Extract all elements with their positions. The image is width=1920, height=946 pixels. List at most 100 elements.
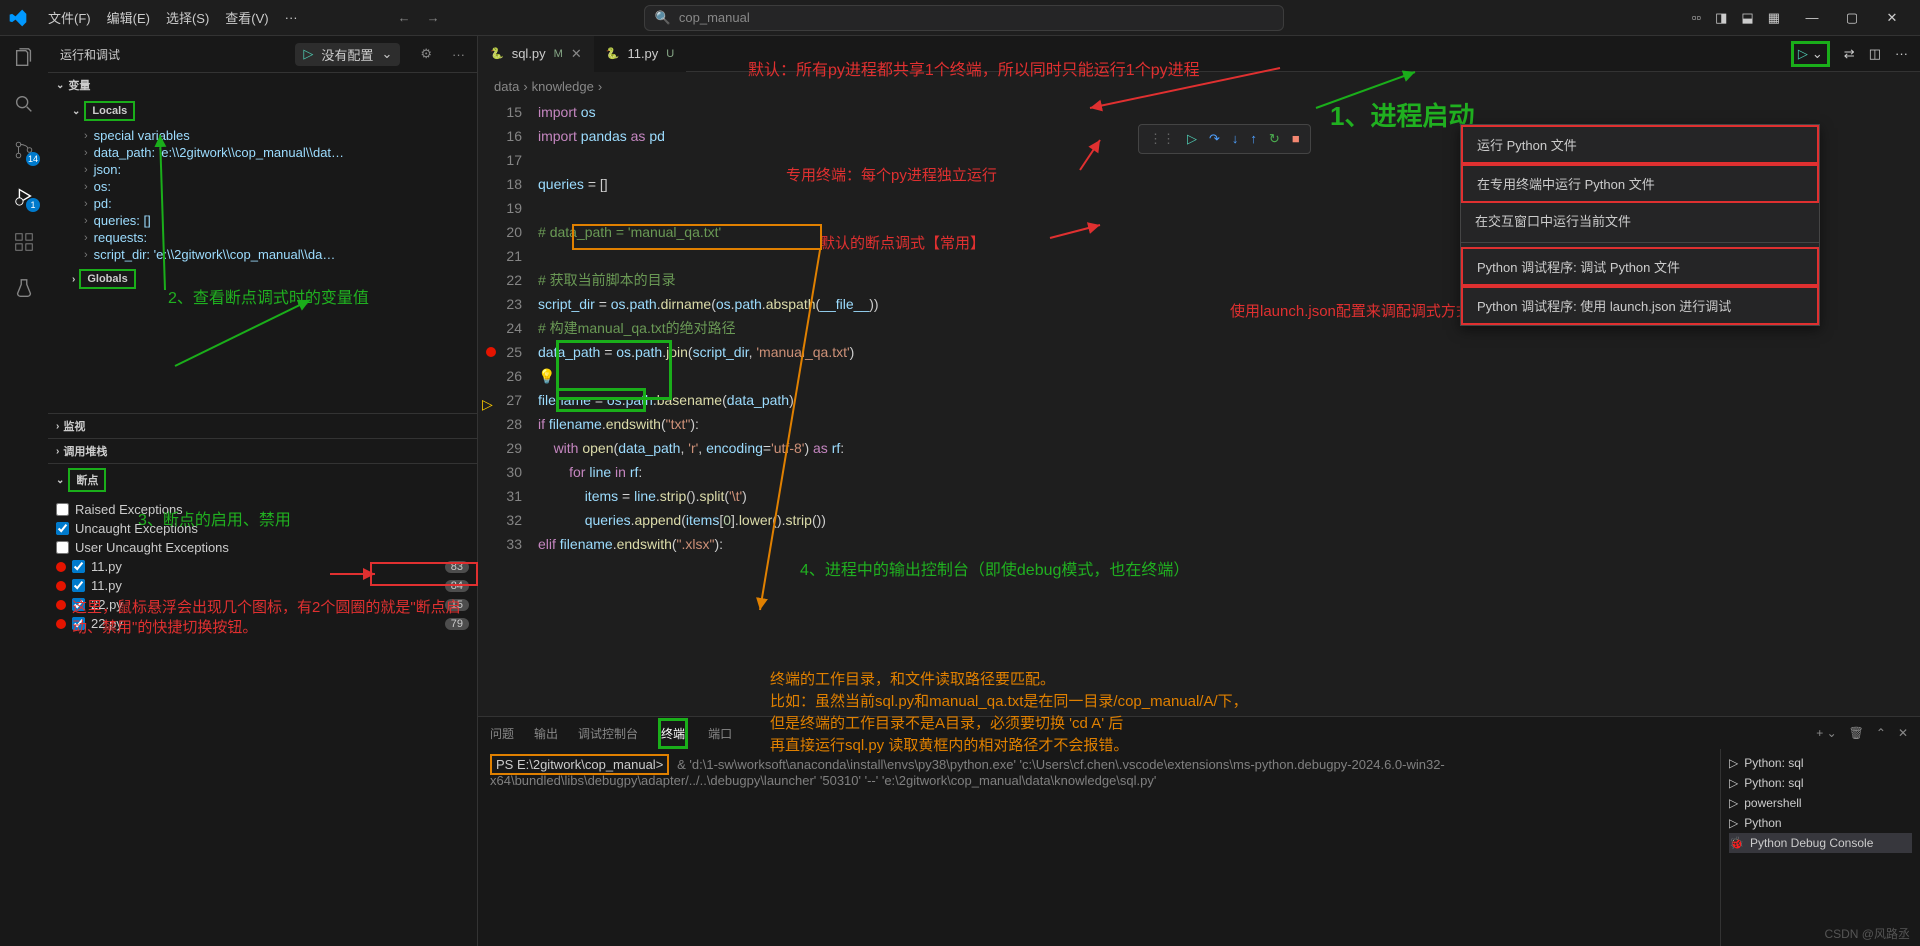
nav-forward-icon[interactable]: → <box>427 10 440 25</box>
step-into-icon[interactable]: ↓ <box>1232 131 1239 147</box>
python-file-icon: 🐍 <box>606 47 620 60</box>
close-icon[interactable]: ✕ <box>571 46 582 62</box>
search-text: cop_manual <box>679 10 750 25</box>
restart-icon[interactable]: ↻ <box>1269 131 1280 147</box>
globals-header[interactable]: Globals <box>79 269 135 289</box>
annotation-box <box>572 224 822 250</box>
source-control-icon[interactable]: 14 <box>10 136 38 164</box>
search-icon: 🔍 <box>655 10 671 26</box>
variable-row[interactable]: ›pd: <box>84 195 477 212</box>
annotation: 默认：所有py进程都共享1个终端，所以同时只能运行1个py进程 <box>748 56 1200 80</box>
nav-back-icon[interactable]: ← <box>398 10 411 25</box>
terminal-output[interactable]: PS E:\2gitwork\cop_manual> & 'd:\1-sw\wo… <box>478 749 1720 946</box>
terminal-item[interactable]: ▷powershell <box>1729 793 1912 813</box>
window-close[interactable]: ✕ <box>1872 3 1912 33</box>
terminal-trash-icon[interactable]: 🗑 <box>1849 726 1864 740</box>
window-minimize[interactable]: — <box>1792 3 1832 33</box>
menu-more[interactable]: ··· <box>285 10 298 25</box>
annotation: 默认的断点调式【常用】 <box>820 232 985 253</box>
variable-row[interactable]: ›requests: <box>84 229 477 246</box>
vscode-logo-icon <box>8 8 28 28</box>
terminal-item[interactable]: 🐞Python Debug Console <box>1729 833 1912 853</box>
play-icon: ▷ <box>303 46 313 62</box>
more-icon[interactable]: ··· <box>452 47 465 62</box>
annotation: 终端的工作目录，和文件读取路径要匹配。 <box>770 668 1055 689</box>
variables-section-header[interactable]: ⌄变量 <box>48 73 477 97</box>
extensions-icon[interactable] <box>10 228 38 256</box>
python-file-icon: 🐍 <box>490 47 504 60</box>
variable-row[interactable]: ›script_dir: 'e:\\2gitwork\\cop_manual\\… <box>84 246 477 263</box>
layout-icon-3[interactable]: ⬓ <box>1741 10 1753 26</box>
run-dedicated-terminal[interactable]: 在专用终端中运行 Python 文件 <box>1461 164 1819 203</box>
panel-tab-debug-console[interactable]: 调试控制台 <box>578 721 638 746</box>
annotation: 1、进程启动 <box>1330 96 1474 133</box>
terminal-item[interactable]: ▷Python <box>1729 813 1912 833</box>
scm-badge: 14 <box>26 152 40 166</box>
locals-header[interactable]: Locals <box>84 101 135 121</box>
debug-launch-json[interactable]: Python 调试程序: 使用 launch.json 进行调试 <box>1461 286 1819 325</box>
menu-select[interactable]: 选择(S) <box>158 4 217 31</box>
step-out-icon[interactable]: ↑ <box>1250 131 1257 147</box>
debug-python-file[interactable]: Python 调试程序: 调试 Python 文件 <box>1461 247 1819 286</box>
search-activity-icon[interactable] <box>10 90 38 118</box>
config-label: 没有配置 <box>321 45 373 64</box>
annotation: 比如：虽然当前sql.py和manual_qa.txt是在同一目录/cop_ma… <box>770 690 1248 711</box>
explorer-icon[interactable] <box>10 44 38 72</box>
variable-row[interactable]: ›special variables <box>84 127 477 144</box>
callstack-section-header[interactable]: ›调用堆栈 <box>48 439 477 463</box>
command-center[interactable]: 🔍 cop_manual <box>644 5 1284 31</box>
run-interactive[interactable]: 在交互窗口中运行当前文件 <box>1461 203 1819 238</box>
panel-tab-terminal[interactable]: 终端 <box>658 718 688 749</box>
layout-icon-4[interactable]: ▦ <box>1768 10 1780 26</box>
terminal-item[interactable]: ▷Python: sql <box>1729 753 1912 773</box>
variable-row[interactable]: ›json: <box>84 161 477 178</box>
gear-icon[interactable]: ⚙ <box>420 46 432 62</box>
annotation: 这里，鼠标悬浮会出现几个图标，有2个圆圈的就是"断点启动、禁用"的快捷切换按钮。 <box>72 598 472 638</box>
variable-row[interactable]: ›data_path: 'e:\\2gitwork\\cop_manual\\d… <box>84 144 477 161</box>
tab-sql-py[interactable]: 🐍 sql.py M ✕ <box>478 36 594 72</box>
watch-section-header[interactable]: ›监视 <box>48 414 477 438</box>
annotation: 3、断点的启用、禁用 <box>138 506 291 530</box>
activity-bar: 14 1 <box>0 36 48 946</box>
annotation: 专用终端：每个py进程独立运行 <box>786 164 997 185</box>
panel-tab-output[interactable]: 输出 <box>534 721 558 746</box>
debug-toolbar: ⋮⋮ ▷ ↷ ↓ ↑ ↻ ■ <box>1138 124 1311 154</box>
split-icon[interactable]: ◫ <box>1869 46 1881 62</box>
run-dropdown: 运行 Python 文件 在专用终端中运行 Python 文件 在交互窗口中运行… <box>1460 124 1820 326</box>
panel-tab-ports[interactable]: 端口 <box>708 721 732 746</box>
more-icon[interactable]: ··· <box>1895 46 1908 61</box>
variable-row[interactable]: ›queries: [] <box>84 212 477 229</box>
run-button[interactable]: ▷⌄ <box>1791 41 1830 67</box>
layout-icon-1[interactable]: ▫▫ <box>1692 10 1701 25</box>
drag-handle-icon[interactable]: ⋮⋮ <box>1149 131 1175 147</box>
window-maximize[interactable]: ▢ <box>1832 3 1872 33</box>
continue-icon[interactable]: ▷ <box>1187 131 1197 147</box>
step-over-icon[interactable]: ↷ <box>1209 131 1220 147</box>
layout-icon-2[interactable]: ◨ <box>1715 10 1727 26</box>
run-config-selector[interactable]: ▷ 没有配置 ⌄ <box>295 43 400 66</box>
terminal-add-icon[interactable]: + ⌄ <box>1816 726 1836 740</box>
chevron-down-icon[interactable]: ⌄ <box>1812 46 1823 62</box>
bottom-panel: 问题 输出 调试控制台 终端 端口 + ⌄ 🗑 ⌃ ✕ PS E:\2gitwo… <box>478 716 1920 946</box>
panel-close-icon[interactable]: ✕ <box>1898 726 1908 740</box>
variable-row[interactable]: ›os: <box>84 178 477 195</box>
menu-file[interactable]: 文件(F) <box>40 4 99 31</box>
menu-view[interactable]: 查看(V) <box>217 4 276 31</box>
stop-icon[interactable]: ■ <box>1292 131 1300 147</box>
panel-tab-problems[interactable]: 问题 <box>490 721 514 746</box>
annotation: 4、进程中的输出控制台（即使debug模式，也在终端） <box>800 556 1189 580</box>
run-python-file[interactable]: 运行 Python 文件 <box>1461 125 1819 164</box>
editor-area: 🐍 sql.py M ✕ 🐍 11.py U ▷⌄ ⇄ ◫ ··· data› … <box>478 36 1920 946</box>
terminal-item[interactable]: ▷Python: sql <box>1729 773 1912 793</box>
testing-icon[interactable] <box>10 274 38 302</box>
breakpoints-section-header[interactable]: ⌄断点 <box>48 464 477 496</box>
compare-icon[interactable]: ⇄ <box>1844 46 1855 62</box>
title-bar: 文件(F) 编辑(E) 选择(S) 查看(V) ··· ← → 🔍 cop_ma… <box>0 0 1920 36</box>
tab-11-py[interactable]: 🐍 11.py U <box>594 36 687 72</box>
debug-activity-icon[interactable]: 1 <box>10 182 38 210</box>
watermark: CSDN @风路丞 <box>1824 925 1910 942</box>
annotation: 但是终端的工作目录不是A目录，必须要切换 'cd A' 后 <box>770 712 1123 733</box>
bp-user-uncaught-exceptions[interactable]: User Uncaught Exceptions <box>56 538 469 557</box>
panel-maximize-icon[interactable]: ⌃ <box>1876 726 1886 740</box>
menu-edit[interactable]: 编辑(E) <box>99 4 158 31</box>
